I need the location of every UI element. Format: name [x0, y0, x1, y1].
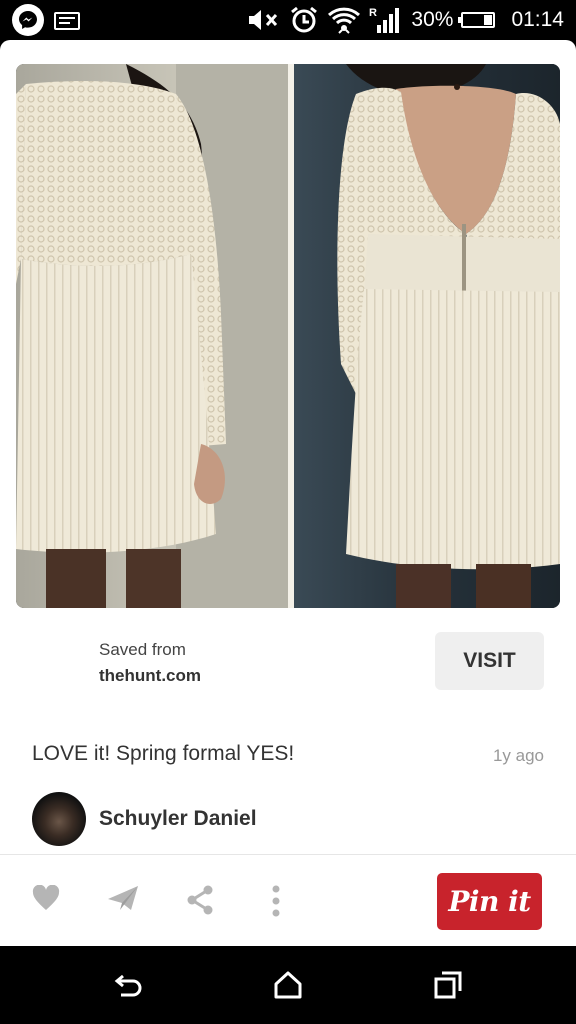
- pinner-row[interactable]: Schuyler Daniel: [32, 792, 257, 846]
- more-icon[interactable]: [270, 885, 282, 917]
- action-bar: Pin it: [0, 855, 576, 946]
- home-icon[interactable]: [273, 970, 303, 1000]
- share-icon[interactable]: [186, 885, 214, 915]
- pin-it-button[interactable]: Pin it: [437, 873, 542, 930]
- battery-icon: [458, 12, 496, 28]
- source-domain-link[interactable]: thehunt.com: [99, 666, 201, 686]
- back-icon[interactable]: [113, 970, 143, 1000]
- navigation-bar: [0, 946, 576, 1024]
- send-icon[interactable]: [107, 885, 139, 911]
- recents-icon[interactable]: [433, 970, 463, 1000]
- heart-icon[interactable]: [32, 885, 60, 911]
- saved-from-block: Saved from thehunt.com: [99, 640, 201, 686]
- mail-icon: [54, 12, 80, 30]
- visit-button[interactable]: VISIT: [435, 632, 544, 690]
- pin-time-ago: 1y ago: [492, 746, 544, 765]
- status-time: 01:14: [511, 8, 564, 31]
- dress-photo: [16, 64, 560, 608]
- signal-icon: R: [369, 7, 400, 33]
- status-bar: R 30% 01:14: [0, 0, 576, 40]
- mute-icon: [249, 10, 278, 30]
- pinner-name[interactable]: Schuyler Daniel: [99, 807, 257, 831]
- avatar[interactable]: [32, 792, 86, 846]
- messenger-icon: [12, 4, 44, 36]
- alarm-icon: [291, 6, 318, 33]
- svg-text:R: R: [369, 7, 377, 19]
- pin-description: LOVE it! Spring formal YES!: [32, 742, 295, 765]
- saved-from-label: Saved from: [99, 640, 186, 659]
- battery-percent: 30%: [411, 8, 454, 31]
- wifi-icon: [328, 7, 361, 34]
- pin-image[interactable]: [16, 64, 560, 608]
- pin-card: Saved from thehunt.com VISIT LOVE it! Sp…: [0, 40, 576, 946]
